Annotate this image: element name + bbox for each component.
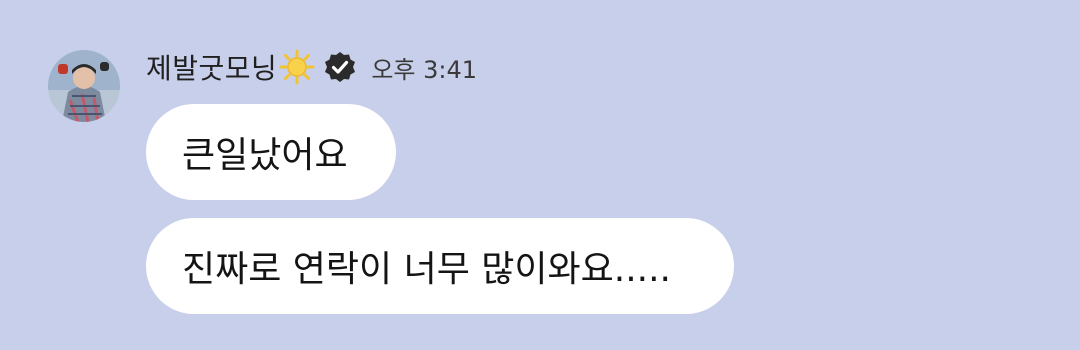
verified-check-icon xyxy=(323,50,357,84)
message-text: 진짜로 연락이 너무 많이와요..... xyxy=(182,249,671,290)
sender-name[interactable]: 제발굿모닝 xyxy=(146,47,277,87)
message-text: 큰일났어요 xyxy=(182,135,348,176)
sun-icon xyxy=(279,49,315,85)
message-header: 제발굿모닝 오후 3:41 xyxy=(146,44,477,90)
message-timestamp: 오후 3:41 xyxy=(371,55,477,84)
sender-avatar[interactable] xyxy=(48,50,120,122)
message-bubble[interactable]: 진짜로 연락이 너무 많이와요..... xyxy=(146,218,734,314)
message-bubble[interactable]: 큰일났어요 xyxy=(146,104,396,200)
